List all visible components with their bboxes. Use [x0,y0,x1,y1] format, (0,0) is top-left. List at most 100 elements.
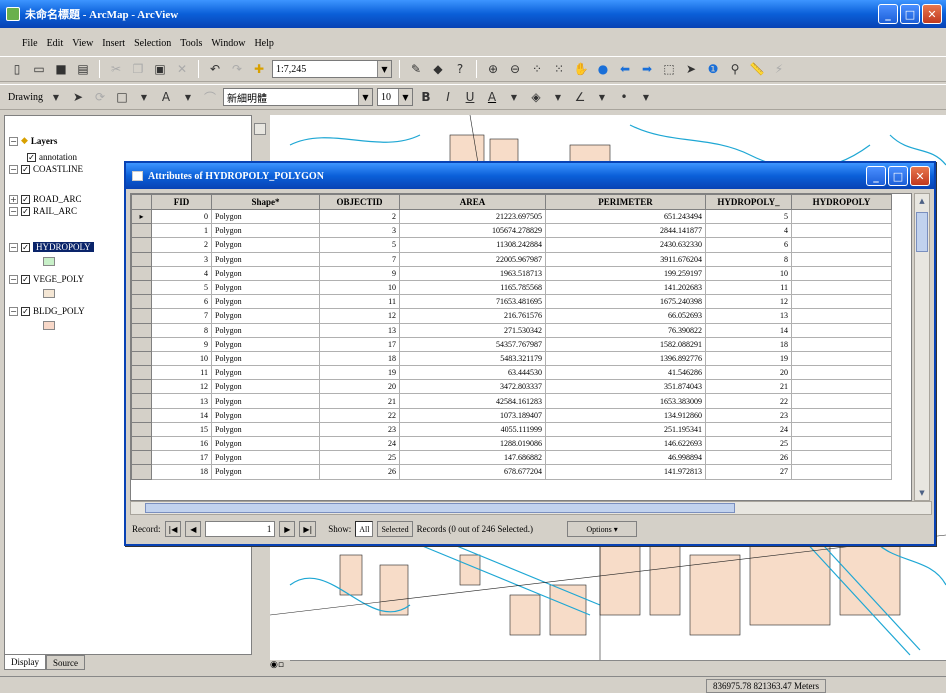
row-selector[interactable] [131,350,152,367]
map-scale-combo[interactable]: 1:7,245 ▼ [272,60,392,78]
cell-shape[interactable]: Polygon [211,464,320,480]
table-row[interactable]: 18 Polygon 26 678.677204 141.972813 27 [131,464,892,480]
attributes-maximize-button[interactable]: □ [888,166,908,186]
row-selector[interactable] [131,379,152,395]
measure-icon[interactable]: 📏 [748,60,766,78]
cell-area[interactable]: 147.686882 [399,450,546,466]
font-size-combo[interactable]: 10 ▼ [377,88,413,106]
cell-perimeter[interactable]: 76.390822 [545,322,706,338]
map-horizontal-scrollbar[interactable] [290,660,946,676]
cell-hydropoly-[interactable]: 5 [705,208,792,225]
cell-area[interactable]: 1963.518713 [399,265,546,281]
cell-area[interactable]: 21223.697505 [399,208,546,225]
chevron-down-icon[interactable]: ▼ [135,88,153,106]
cell-fid[interactable]: 12 [151,379,212,395]
cell-shape[interactable]: Polygon [211,208,320,225]
cell-perimeter[interactable]: 141.972813 [545,464,706,480]
cell-hydropoly-id[interactable] [791,308,892,324]
rectangle-icon[interactable]: □ [113,88,131,106]
cell-hydropoly-id[interactable] [791,464,892,480]
cell-fid[interactable]: 3 [151,251,212,267]
menu-insert[interactable]: Insert [102,38,125,49]
cell-hydropoly-id[interactable] [791,322,892,338]
cell-objectid[interactable]: 21 [319,393,400,409]
cell-area[interactable]: 11308.242884 [399,237,546,253]
row-selector[interactable] [131,407,152,423]
rotate-icon[interactable]: ⟳ [91,88,109,106]
cell-shape[interactable]: Polygon [211,308,320,324]
menu-tools[interactable]: Tools [180,38,202,49]
cell-shape[interactable]: Polygon [211,407,320,423]
cell-fid[interactable]: 16 [151,435,212,452]
cell-objectid[interactable]: 11 [319,294,400,310]
attribute-horizontal-scrollbar[interactable] [130,501,932,515]
table-row[interactable]: 1 Polygon 3 105674.278829 2844.141877 4 [131,223,892,239]
row-selector[interactable]: ▸ [131,208,152,225]
cell-fid[interactable]: 1 [151,223,212,239]
show-selected-button[interactable]: Selected [377,521,413,537]
table-row[interactable]: ▸ 0 Polygon 2 21223.697505 651.243494 5 [131,208,892,225]
cell-hydropoly-id[interactable] [791,379,892,395]
cell-objectid[interactable]: 26 [319,464,400,480]
chevron-down-icon[interactable]: ▼ [377,61,391,77]
cell-hydropoly-id[interactable] [791,223,892,239]
row-selector[interactable] [131,421,152,438]
collapse-icon[interactable]: − [9,306,18,316]
expand-icon[interactable]: + [9,194,18,204]
layer-checkbox[interactable]: ✓ [21,206,30,216]
select-elements-icon[interactable]: ➤ [682,60,700,78]
cell-perimeter[interactable]: 2844.141877 [545,223,706,239]
table-row[interactable]: 12 Polygon 20 3472.803337 351.874043 21 [131,379,892,395]
menu-view[interactable]: View [72,38,93,49]
cell-objectid[interactable]: 18 [319,350,400,367]
menu-window[interactable]: Window [211,38,245,49]
maximize-button[interactable]: □ [900,4,920,24]
cell-hydropoly-[interactable]: 23 [705,407,792,423]
column-header-hydropoly-[interactable]: HYDROPOLY_ [705,194,792,210]
cell-objectid[interactable]: 19 [319,365,400,381]
zoom-out-icon[interactable]: ⊖ [506,60,524,78]
cell-hydropoly-[interactable]: 4 [705,223,792,239]
layer-checkbox[interactable]: ✓ [21,242,30,252]
cell-hydropoly-id[interactable] [791,350,892,367]
edit-vertices-icon[interactable]: ⌒ [201,88,219,106]
chevron-down-icon[interactable]: ▼ [47,88,65,106]
add-data-icon[interactable]: ✚ [250,60,268,78]
cell-objectid[interactable]: 9 [319,265,400,281]
cell-area[interactable]: 3472.803337 [399,379,546,395]
font-color-button[interactable]: A [483,88,501,106]
hyperlink-icon[interactable]: ⚡ [770,60,788,78]
scroll-thumb[interactable] [145,503,735,513]
chevron-down-icon[interactable]: ▼ [593,88,611,106]
cell-hydropoly-[interactable]: 22 [705,393,792,409]
cell-shape[interactable]: Polygon [211,336,320,352]
delete-icon[interactable]: ✕ [173,60,191,78]
toc-root[interactable]: − ◆ Layers [9,136,57,146]
cell-hydropoly-id[interactable] [791,435,892,452]
identify-icon[interactable]: ❶ [704,60,722,78]
layer-checkbox[interactable]: ✓ [27,152,36,162]
column-header-perimeter[interactable]: PERIMETER [545,194,706,210]
cut-icon[interactable]: ✂ [107,60,125,78]
row-selector[interactable] [131,279,152,296]
cell-hydropoly-[interactable]: 25 [705,435,792,452]
find-icon[interactable]: ⚲ [726,60,744,78]
paste-icon[interactable]: ▣ [151,60,169,78]
cell-hydropoly-[interactable]: 21 [705,379,792,395]
cell-fid[interactable]: 13 [151,393,212,409]
cell-hydropoly-[interactable]: 26 [705,450,792,466]
cell-objectid[interactable]: 25 [319,450,400,466]
underline-button[interactable]: U [461,88,479,106]
cell-fid[interactable]: 5 [151,279,212,296]
table-row[interactable]: 14 Polygon 22 1073.189407 134.912860 23 [131,407,892,423]
cell-fid[interactable]: 18 [151,464,212,480]
pan-icon[interactable]: ✋ [572,60,590,78]
cell-hydropoly-id[interactable] [791,393,892,409]
cell-fid[interactable]: 0 [151,208,212,225]
fill-color-icon[interactable]: ◈ [527,88,545,106]
cell-objectid[interactable]: 2 [319,208,400,225]
scroll-up-icon[interactable]: ▲ [915,194,929,208]
open-folder-icon[interactable]: ▭ [30,60,48,78]
toc-layer-bldg-poly[interactable]: − ✓ BLDG_POLY [9,306,85,316]
table-row[interactable]: 7 Polygon 12 216.761576 66.052693 13 [131,308,892,324]
